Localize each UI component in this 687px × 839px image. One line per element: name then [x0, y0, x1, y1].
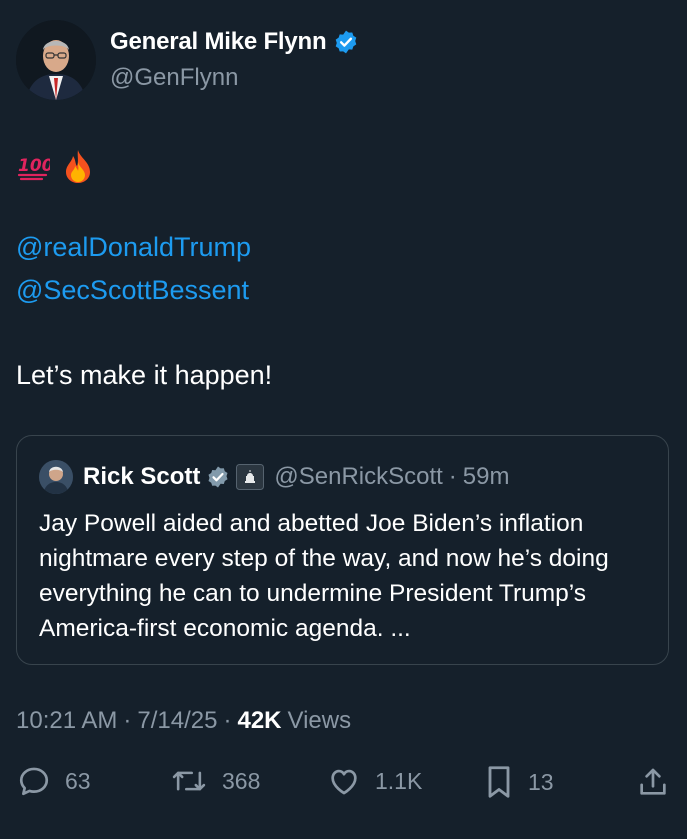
quoted-author-name[interactable]: Rick Scott [83, 463, 200, 491]
author-name[interactable]: General Mike Flynn [110, 28, 327, 56]
bookmark-count: 13 [528, 768, 554, 795]
separator-dot: · [123, 707, 132, 734]
quoted-tweet-text: Jay Powell aided and abetted Joe Biden’s… [39, 510, 609, 642]
portrait-avatar-icon [16, 20, 96, 100]
tweet-time[interactable]: 10:21 AM [16, 707, 117, 735]
author-handle[interactable]: @GenFlynn [110, 64, 238, 92]
bookmark-icon [488, 766, 510, 798]
repost-count: 368 [222, 767, 261, 794]
tweet-text: Let’s make it happen! [16, 360, 273, 390]
views-label: Views [287, 707, 352, 734]
separator-dot: · [448, 463, 457, 490]
emoji-row: 100 [16, 148, 94, 184]
views-count: 42K [237, 707, 282, 734]
quoted-tweet-header: Rick Scott @SenRickScott · 59m [39, 460, 509, 494]
separator-dot: · [223, 707, 232, 734]
quoted-tweet-time[interactable]: 59m [463, 463, 510, 491]
share-icon [640, 768, 666, 795]
like-icon [331, 769, 357, 795]
repost-button[interactable]: 368 [170, 764, 260, 798]
action-bar: 63 368 1.1K 13 [0, 762, 687, 802]
hundred-points-emoji: 100 [17, 156, 50, 181]
repost-icon [172, 771, 206, 791]
like-count: 1.1K [375, 767, 423, 794]
reply-count: 63 [65, 767, 91, 794]
quoted-tweet[interactable]: Rick Scott @SenRickScott · 59m Jay Powel… [16, 435, 669, 665]
gray-verified-badge-icon [208, 466, 228, 488]
like-button[interactable]: 1.1K [327, 764, 422, 798]
verified-badge-icon [336, 30, 357, 54]
quoted-author-avatar[interactable] [39, 460, 73, 494]
mention-link[interactable]: @realDonaldTrump [16, 232, 251, 263]
tweet-meta: 10:21 AM · 7/14/25 · 42K Views [16, 707, 351, 735]
fire-emoji [66, 150, 90, 183]
capitol-building-icon [236, 464, 265, 490]
quoted-author-handle[interactable]: @SenRickScott [274, 463, 442, 491]
svg-text:100: 100 [18, 156, 50, 176]
author-avatar[interactable] [16, 20, 96, 100]
bookmark-button[interactable]: 13 [484, 764, 554, 800]
reply-icon [19, 767, 49, 796]
share-button[interactable] [636, 764, 670, 800]
tweet-date[interactable]: 7/14/25 [137, 707, 217, 735]
mention-link[interactable]: @SecScottBessent [16, 275, 249, 306]
portrait-avatar-icon [39, 460, 73, 494]
reply-button[interactable]: 63 [17, 764, 91, 798]
author-name-row: General Mike Flynn [110, 28, 359, 56]
